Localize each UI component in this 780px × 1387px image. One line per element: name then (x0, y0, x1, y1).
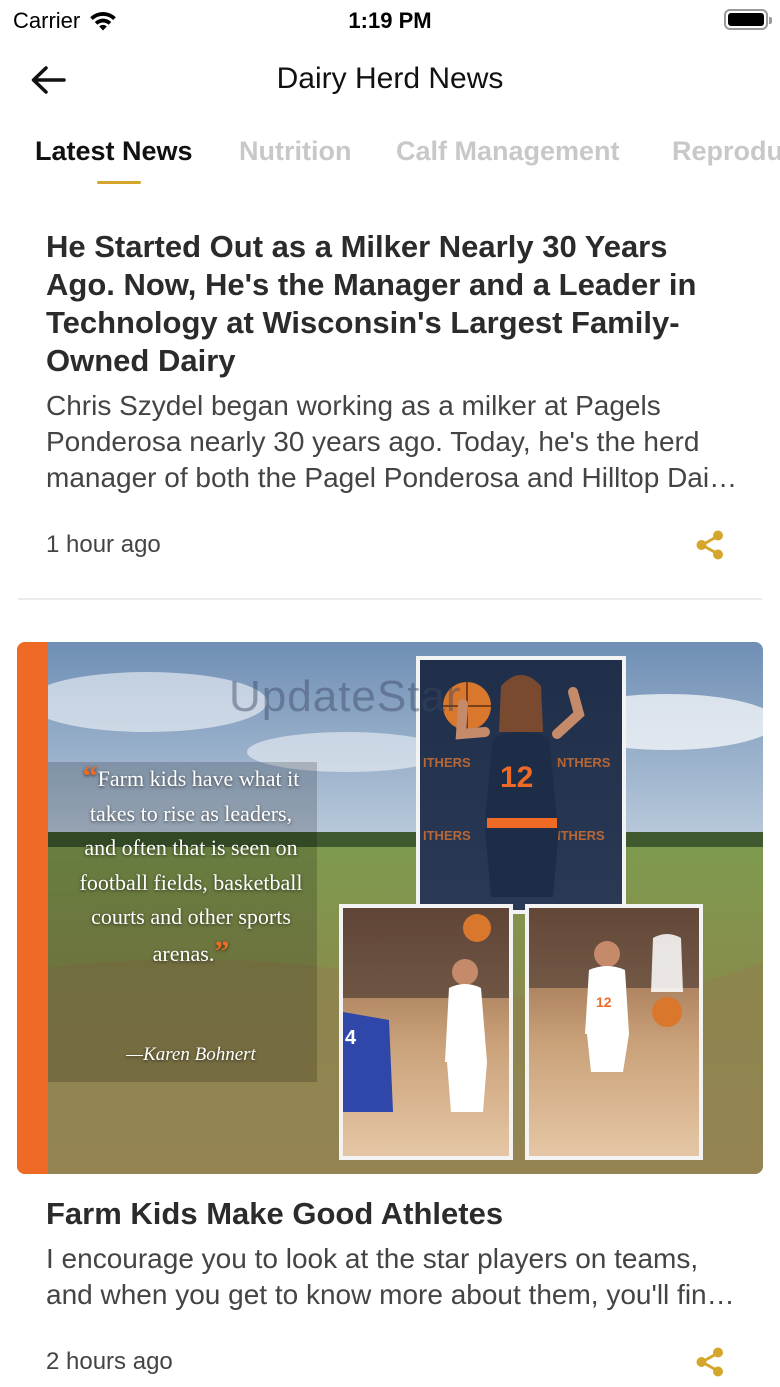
share-icon[interactable] (693, 1345, 727, 1379)
svg-text:12: 12 (500, 761, 533, 794)
svg-text:ITHERS: ITHERS (423, 828, 471, 843)
image-quote-attribution: —Karen Bohnert (126, 1044, 256, 1065)
svg-text:4: 4 (345, 1027, 357, 1049)
article-divider (18, 598, 762, 600)
article-summary: I encourage you to look at the star play… (46, 1243, 723, 1310)
image-watermark: UpdateStar (229, 672, 462, 721)
article-summary: Chris Szydel began working as a milker a… (46, 390, 733, 493)
article-title[interactable]: He Started Out as a Milker Nearly 30 Yea… (46, 228, 736, 380)
news-article[interactable]: He Started Out as a Milker Nearly 30 Yea… (0, 0, 780, 600)
svg-text:12: 12 (596, 994, 612, 1010)
svg-text:ITHERS: ITHERS (557, 828, 605, 843)
article-title[interactable]: Farm Kids Make Good Athletes (46, 1195, 736, 1233)
image-quote: “Farm kids have what it takes to rise as… (79, 760, 303, 968)
svg-text:NTHERS: NTHERS (557, 755, 611, 770)
share-icon[interactable] (693, 528, 727, 562)
article-timestamp: 2 hours ago (46, 1348, 173, 1375)
svg-text:ITHERS: ITHERS (423, 755, 471, 770)
quote-text: Farm kids have what it takes to rise as … (79, 766, 303, 966)
article-timestamp: 1 hour ago (46, 531, 161, 558)
article-image[interactable]: ITHERS NTHERS ITHERS ITHERS 12 4 12 Upda… (17, 642, 763, 1174)
